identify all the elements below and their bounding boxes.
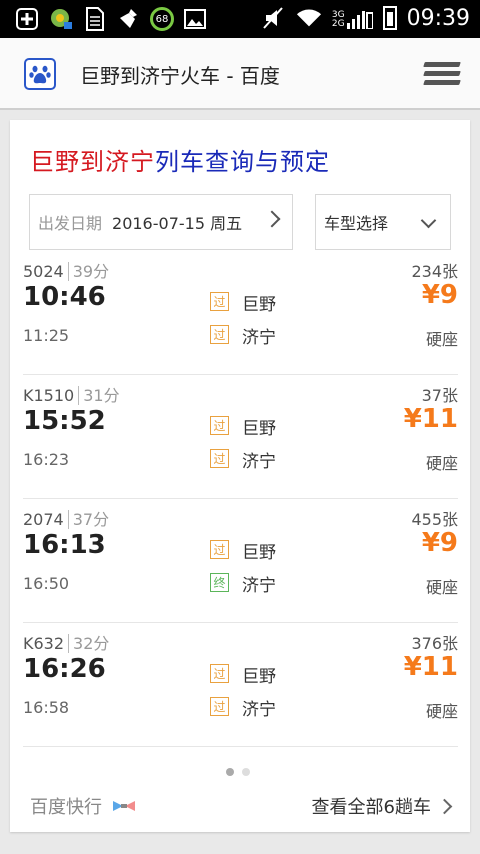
arrival-time: 16:50 (23, 574, 70, 593)
app-notification-icon (48, 6, 74, 32)
train-code: K1510 (23, 386, 75, 405)
progress-ring-icon: 68 (150, 7, 174, 31)
departure-time: 16:13 (23, 530, 106, 560)
chevron-right-icon (263, 210, 281, 228)
pagination-dots[interactable] (226, 768, 250, 776)
departure-station: 巨野 (242, 543, 276, 563)
departure-time: 10:46 (23, 282, 106, 312)
train-row[interactable]: 2074 37分 16:13 16:50 过 巨野 终 济宁 455张 ¥9 硬座 (23, 498, 458, 623)
ticket-price: ¥9 (421, 280, 458, 310)
pass-tag: 过 (210, 540, 229, 559)
ticket-price: ¥11 (403, 404, 458, 434)
arrival-station: 济宁 (242, 328, 276, 348)
app-bar: 巨野到济宁火车 - 百度 (0, 38, 480, 110)
date-label: 出发日期 (38, 214, 103, 233)
page-title: 巨野到济宁火车 - 百度 (80, 64, 280, 88)
result-card: 巨野到济宁列车查询与预定 出发日期 2016-07-15 周五 车型选择 502… (10, 120, 470, 832)
document-icon (82, 6, 108, 32)
ticket-count: 234张 (411, 262, 458, 281)
query-title: 列车查询与预定 (155, 148, 330, 176)
ticket-price: ¥9 (421, 528, 458, 558)
pass-tag: 过 (210, 416, 229, 435)
status-bar: 68 3G 2G 09:39 (0, 0, 480, 38)
pass-tag: 过 (210, 697, 229, 716)
baidu-paw-icon[interactable] (24, 58, 56, 90)
tabs-stack-icon[interactable] (423, 62, 461, 88)
date-value: 2016-07-15 周五 (112, 214, 243, 233)
departure-station: 巨野 (242, 295, 276, 315)
ticket-count: 376张 (411, 634, 458, 653)
result-headline[interactable]: 巨野到济宁列车查询与预定 (30, 142, 330, 177)
departure-time: 15:52 (23, 406, 106, 436)
train-code: 5024 (23, 262, 64, 281)
train-row[interactable]: K632 32分 16:26 16:58 过 巨野 过 济宁 376张 ¥11 硬… (23, 622, 458, 747)
view-all-trains-link[interactable]: 查看全部6趟车 (311, 793, 453, 819)
train-duration: 39分 (67, 262, 110, 281)
wifi-icon (296, 5, 322, 31)
route-title: 巨野到济宁 (30, 148, 155, 176)
terminal-tag: 终 (210, 573, 229, 592)
chevron-right-icon (436, 798, 453, 814)
seat-type: 硬座 (425, 578, 458, 597)
departure-date-picker[interactable]: 出发日期 2016-07-15 周五 (29, 194, 293, 250)
seat-type: 硬座 (425, 702, 458, 721)
train-row[interactable]: K1510 31分 15:52 16:23 过 巨野 过 济宁 37张 ¥11 硬… (23, 374, 458, 499)
train-type-label: 车型选择 (324, 214, 389, 233)
page-dot-active[interactable] (226, 768, 234, 776)
train-duration: 31分 (78, 386, 120, 405)
arrival-station: 济宁 (242, 452, 276, 472)
pass-tag: 过 (210, 449, 229, 468)
departure-time: 16:26 (23, 654, 106, 684)
train-row[interactable]: 5024 39分 10:46 11:25 过 巨野 过 济宁 234张 ¥9 硬座 (23, 250, 458, 375)
battery-icon (382, 6, 397, 30)
train-duration: 37分 (67, 510, 110, 529)
signal-icon: 3G 2G (332, 7, 373, 29)
page-dot[interactable] (242, 768, 250, 776)
broom-icon (116, 6, 142, 32)
mute-icon (260, 5, 286, 31)
image-icon (182, 6, 208, 32)
ticket-count: 37张 (421, 386, 458, 405)
brand-label: 百度快行 (30, 797, 102, 818)
ticket-price: ¥11 (403, 652, 458, 682)
view-all-label: 查看全部6趟车 (311, 797, 431, 818)
seat-type: 硬座 (425, 454, 458, 473)
baidu-kuaixing-brand: 百度快行 (30, 793, 136, 819)
ticket-count: 455张 (411, 510, 458, 529)
arrival-station: 济宁 (242, 576, 276, 596)
arrival-station: 济宁 (242, 700, 276, 720)
arrival-time: 11:25 (23, 326, 70, 345)
clock: 09:39 (406, 5, 470, 31)
train-duration: 32分 (68, 634, 110, 653)
pass-tag: 过 (210, 325, 229, 344)
pass-tag: 过 (210, 292, 229, 311)
train-code: 2074 (23, 510, 64, 529)
arrival-time: 16:58 (23, 698, 70, 717)
bowtie-logo-icon (113, 801, 135, 811)
departure-station: 巨野 (242, 667, 276, 687)
seat-type: 硬座 (425, 330, 458, 349)
pass-tag: 过 (210, 664, 229, 683)
train-code: K632 (23, 634, 65, 653)
add-notification-icon (14, 6, 40, 32)
chevron-down-icon (420, 212, 437, 229)
train-type-select[interactable]: 车型选择 (315, 194, 451, 250)
arrival-time: 16:23 (23, 450, 70, 469)
departure-station: 巨野 (242, 419, 276, 439)
